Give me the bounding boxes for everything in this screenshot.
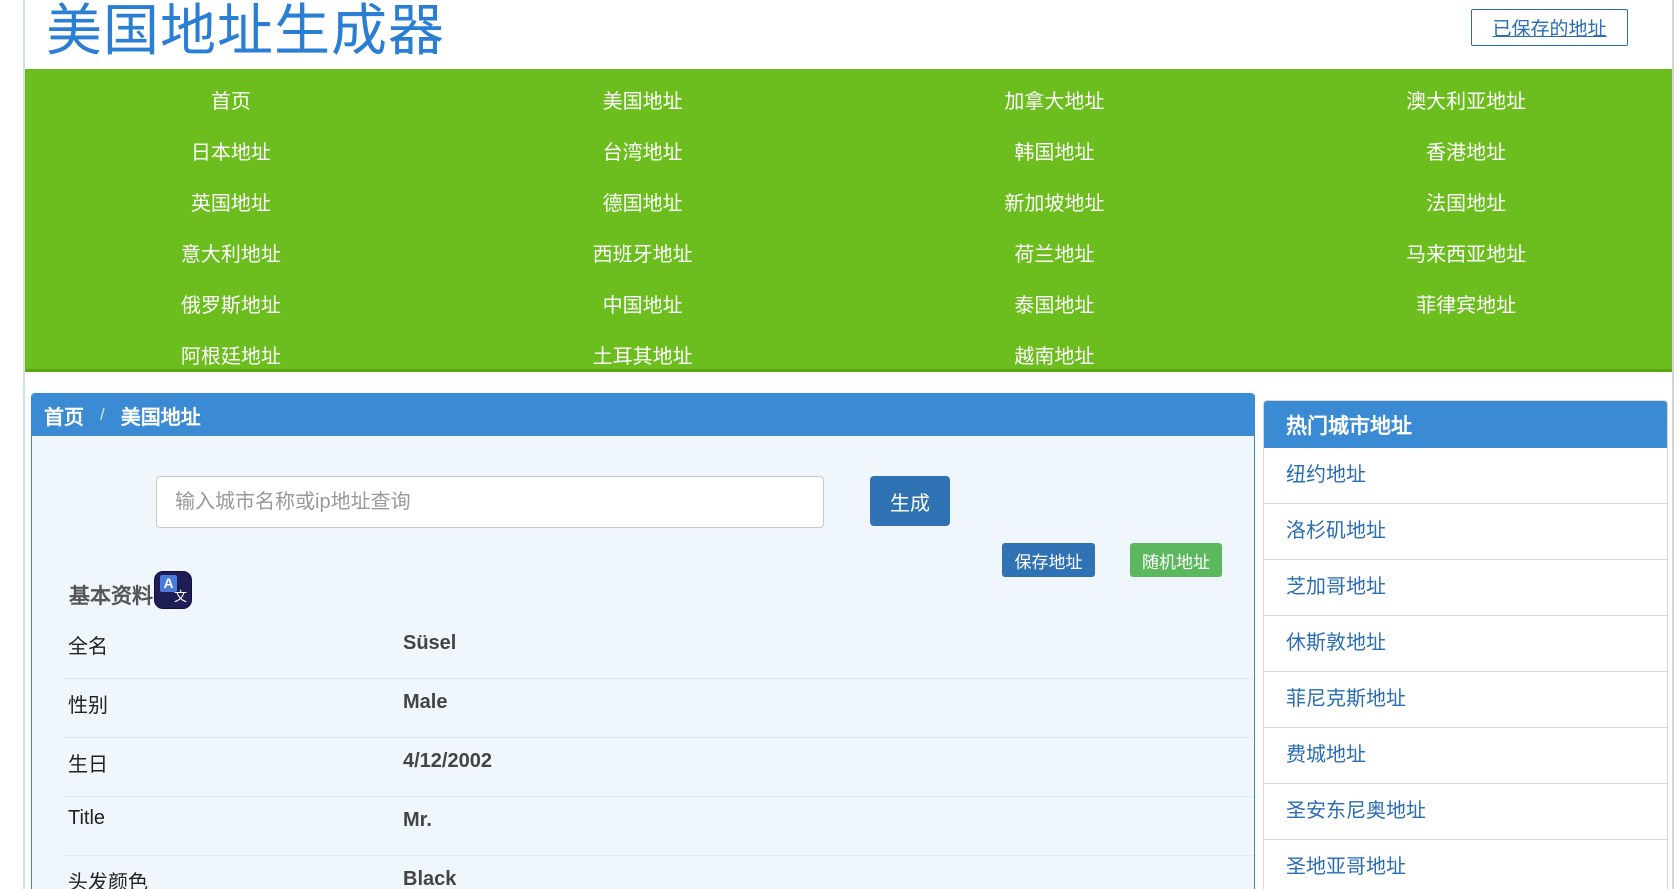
profile-row-value: Süsel <box>403 632 457 654</box>
nav-item[interactable]: 澳大利亚地址 <box>1260 77 1672 128</box>
breadcrumb-home[interactable]: 首页 <box>44 401 84 430</box>
nav-item[interactable]: 意大利地址 <box>25 230 437 281</box>
nav-item[interactable]: 阿根廷地址 <box>25 332 437 383</box>
breadcrumb: 首页 / 美国地址 <box>32 394 1254 436</box>
nav-item[interactable]: 首页 <box>25 77 437 128</box>
hot-city-link[interactable]: 洛杉矶地址 <box>1264 504 1667 560</box>
nav-item[interactable]: 土耳其地址 <box>437 332 849 383</box>
hot-city-link[interactable]: 纽约地址 <box>1264 448 1667 504</box>
hot-city-link[interactable]: 圣安东尼奥地址 <box>1264 784 1667 840</box>
nav-item[interactable]: 新加坡地址 <box>849 179 1261 230</box>
profile-row-label: 全名 <box>68 636 108 658</box>
nav-item[interactable]: 台湾地址 <box>437 128 849 179</box>
translate-icon-chinese: 文 <box>173 589 187 604</box>
nav-item[interactable]: 德国地址 <box>437 179 849 230</box>
nav-item[interactable]: 香港地址 <box>1260 128 1672 179</box>
profile-row: 全名 Süsel <box>62 620 1254 679</box>
translate-icon[interactable]: A 文 <box>155 572 191 608</box>
profile-table: 全名 Süsel 性别 Male 生日 4/12/2002 Title Mr. 头发颜色 Blac… <box>62 620 1254 889</box>
nav-item[interactable]: 法国地址 <box>1260 179 1672 230</box>
nav-item[interactable]: 荷兰地址 <box>849 230 1261 281</box>
random-address-button[interactable]: 随机地址 <box>1130 543 1222 577</box>
saved-addresses-button[interactable]: 已保存的地址 <box>1471 9 1628 46</box>
nav-item[interactable]: 韩国地址 <box>849 128 1261 179</box>
profile-row: 性别 Male <box>62 679 1254 738</box>
profile-row-value: Male <box>403 691 448 713</box>
hot-cities-list: 纽约地址 洛杉矶地址 芝加哥地址 休斯敦地址 菲尼克斯地址 费城地址 圣安东尼奥地址 圣地亚哥… <box>1264 448 1667 889</box>
basic-info-title: 基本资料 <box>69 585 153 608</box>
profile-row-label: 性别 <box>68 695 108 717</box>
page: 美国地址生成器 已保存的地址 首页 美国地址 加拿大地址 澳大利亚地址 日本地址 台湾地址… <box>0 0 1679 889</box>
breadcrumb-separator: / <box>100 405 105 424</box>
city-ip-search-input[interactable] <box>156 476 824 528</box>
hot-cities-panel: 热门城市地址 纽约地址 洛杉矶地址 芝加哥地址 休斯敦地址 菲尼克斯地址 费城地址 圣安东尼… <box>1263 400 1668 889</box>
right-border <box>1672 0 1674 889</box>
profile-row-value: Black <box>403 868 457 889</box>
profile-row-value: 4/12/2002 <box>403 750 492 772</box>
profile-row-label: 生日 <box>68 754 108 776</box>
nav-item[interactable]: 西班牙地址 <box>437 230 849 281</box>
site-title: 美国地址生成器 <box>46 0 445 62</box>
profile-row-value: Mr. <box>403 809 432 831</box>
profile-row: 生日 4/12/2002 <box>62 738 1254 797</box>
hot-cities-title: 热门城市地址 <box>1264 401 1667 448</box>
profile-row: 头发颜色 Black <box>62 856 1254 889</box>
nav-item[interactable]: 马来西亚地址 <box>1260 230 1672 281</box>
hot-city-link[interactable]: 芝加哥地址 <box>1264 560 1667 616</box>
generate-button[interactable]: 生成 <box>870 476 950 526</box>
nav-item[interactable]: 日本地址 <box>25 128 437 179</box>
main-panel: 首页 / 美国地址 生成 保存地址 随机地址 基本资料 A 文 全名 Süsel 性… <box>31 393 1255 889</box>
nav-item[interactable]: 加拿大地址 <box>849 77 1261 128</box>
country-nav: 首页 美国地址 加拿大地址 澳大利亚地址日本地址 台湾地址 韩国地址 香港地址英国地址 德国地… <box>25 69 1672 372</box>
hot-city-link[interactable]: 费城地址 <box>1264 728 1667 784</box>
hot-city-link[interactable]: 菲尼克斯地址 <box>1264 672 1667 728</box>
nav-item[interactable]: 中国地址 <box>437 281 849 332</box>
nav-item[interactable]: 越南地址 <box>849 332 1261 383</box>
hot-city-link[interactable]: 休斯敦地址 <box>1264 616 1667 672</box>
nav-item[interactable]: 菲律宾地址 <box>1260 281 1672 332</box>
hot-city-link[interactable]: 圣地亚哥地址 <box>1264 840 1667 889</box>
nav-item[interactable]: 美国地址 <box>437 77 849 128</box>
country-nav-grid: 首页 美国地址 加拿大地址 澳大利亚地址日本地址 台湾地址 韩国地址 香港地址英国地址 德国地… <box>25 69 1672 383</box>
nav-item[interactable]: 英国地址 <box>25 179 437 230</box>
profile-row-label: 头发颜色 <box>68 872 148 889</box>
nav-item[interactable]: 泰国地址 <box>849 281 1261 332</box>
profile-row: Title Mr. <box>62 797 1254 856</box>
nav-item[interactable]: 俄罗斯地址 <box>25 281 437 332</box>
save-address-button[interactable]: 保存地址 <box>1002 543 1095 577</box>
breadcrumb-current[interactable]: 美国地址 <box>121 401 201 430</box>
profile-row-label: Title <box>68 807 106 829</box>
